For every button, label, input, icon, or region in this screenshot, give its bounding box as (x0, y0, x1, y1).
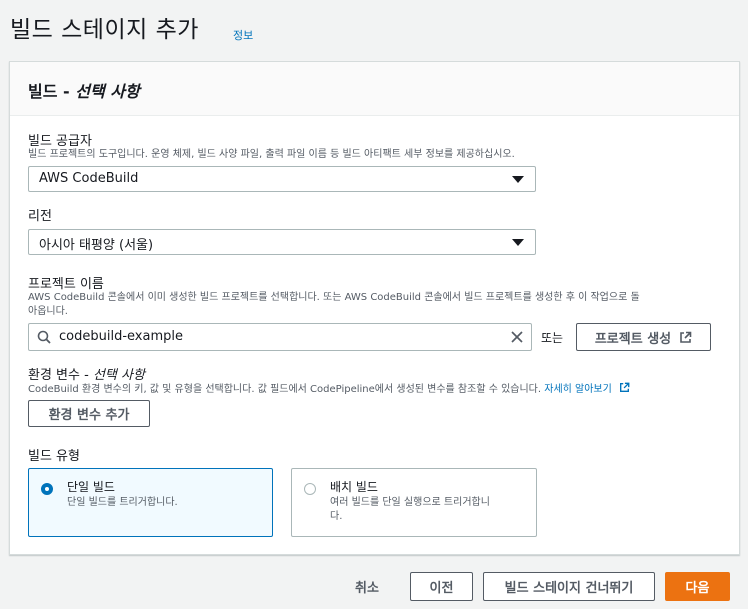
project-label: 프로젝트 이름 (28, 277, 104, 292)
single-build-title: 단일 빌드 (67, 480, 115, 494)
panel-title: 빌드 - 선택 사항 (28, 78, 721, 102)
caret-down-icon (512, 239, 524, 246)
provider-selected-value: AWS CodeBuild (39, 171, 139, 186)
next-label: 다음 (685, 581, 710, 596)
search-icon (37, 330, 51, 344)
close-icon[interactable] (510, 330, 524, 344)
radio-unselected-icon[interactable] (304, 483, 316, 495)
build-type-single-tile[interactable]: 단일 빌드 단일 빌드를 트리거합니다. (28, 468, 273, 537)
region-select[interactable]: 아시아 태평양 (서울) (28, 229, 536, 255)
project-description-line1: AWS CodeBuild 콘솔에서 이미 생성한 빌드 프로젝트를 선택합니다… (28, 292, 640, 303)
build-type-batch-tile[interactable]: 배치 빌드 여러 빌드를 단일 실행으로 트리거합니 다. (291, 468, 537, 537)
region-selected-value: 아시아 태평양 (서울) (39, 238, 154, 253)
batch-build-description-line2: 다. (330, 511, 343, 522)
env-label-main: 환경 변수 - (28, 368, 93, 383)
env-description: CodeBuild 환경 변수의 키, 값 및 유형을 선택합니다. 값 필드에… (28, 382, 728, 397)
single-build-description: 단일 빌드를 트리거합니다. (67, 497, 178, 508)
build-type-label: 빌드 유형 (28, 449, 80, 464)
panel-title-main: 빌드 - (28, 82, 76, 101)
env-label: 환경 변수 - 선택 사항 (28, 364, 145, 383)
previous-button[interactable]: 이전 (410, 572, 473, 601)
external-link-icon (620, 382, 630, 392)
batch-build-description-line1: 여러 빌드를 단일 실행으로 트리거합니 (330, 497, 490, 508)
provider-label: 빌드 공급자 (28, 134, 92, 149)
search-value: codebuild-example (59, 329, 183, 344)
previous-label: 이전 (429, 581, 454, 596)
radio-selected-icon[interactable] (41, 483, 53, 495)
info-link[interactable]: 정보 (233, 27, 253, 43)
caret-down-icon (512, 176, 524, 183)
env-label-optional: 선택 사항 (92, 368, 145, 383)
batch-build-description: 여러 빌드를 단일 실행으로 트리거합니 다. (330, 496, 524, 524)
provider-select[interactable]: AWS CodeBuild (28, 166, 536, 192)
create-project-button[interactable]: 프로젝트 생성 (576, 323, 711, 351)
next-button[interactable]: 다음 (665, 572, 730, 601)
cancel-button[interactable]: 취소 (355, 577, 379, 596)
create-project-label: 프로젝트 생성 (594, 331, 672, 347)
skip-stage-button[interactable]: 빌드 스테이지 건너뛰기 (483, 572, 655, 601)
panel-header: 빌드 - 선택 사항 (10, 62, 739, 116)
add-env-variable-label: 환경 변수 추가 (48, 408, 130, 423)
panel-title-optional: 선택 사항 (75, 82, 140, 101)
page-title: 빌드 스테이지 추가 (10, 17, 199, 43)
project-search-input[interactable]: codebuild-example (28, 323, 532, 351)
region-label: 리전 (28, 209, 52, 224)
add-env-variable-button[interactable]: 환경 변수 추가 (28, 400, 150, 427)
project-description-line2: 아옵니다. (28, 306, 68, 317)
or-text: 또는 (541, 331, 564, 345)
learn-more-link[interactable]: 자세히 알아보기 (544, 384, 612, 395)
skip-stage-label: 빌드 스테이지 건너뛰기 (504, 581, 634, 596)
provider-description: 빌드 프로젝트의 도구입니다. 운영 체제, 빌드 사양 파일, 출력 파일 이… (28, 149, 515, 160)
external-link-icon (680, 331, 692, 343)
build-panel: 빌드 - 선택 사항 빌드 공급자 빌드 프로젝트의 도구입니다. 운영 체제,… (9, 61, 740, 555)
env-description-text: CodeBuild 환경 변수의 키, 값 및 유형을 선택합니다. 값 필드에… (28, 384, 545, 395)
batch-build-title: 배치 빌드 (330, 480, 378, 494)
project-description: AWS CodeBuild 콘솔에서 이미 생성한 빌드 프로젝트를 선택합니다… (28, 291, 718, 319)
